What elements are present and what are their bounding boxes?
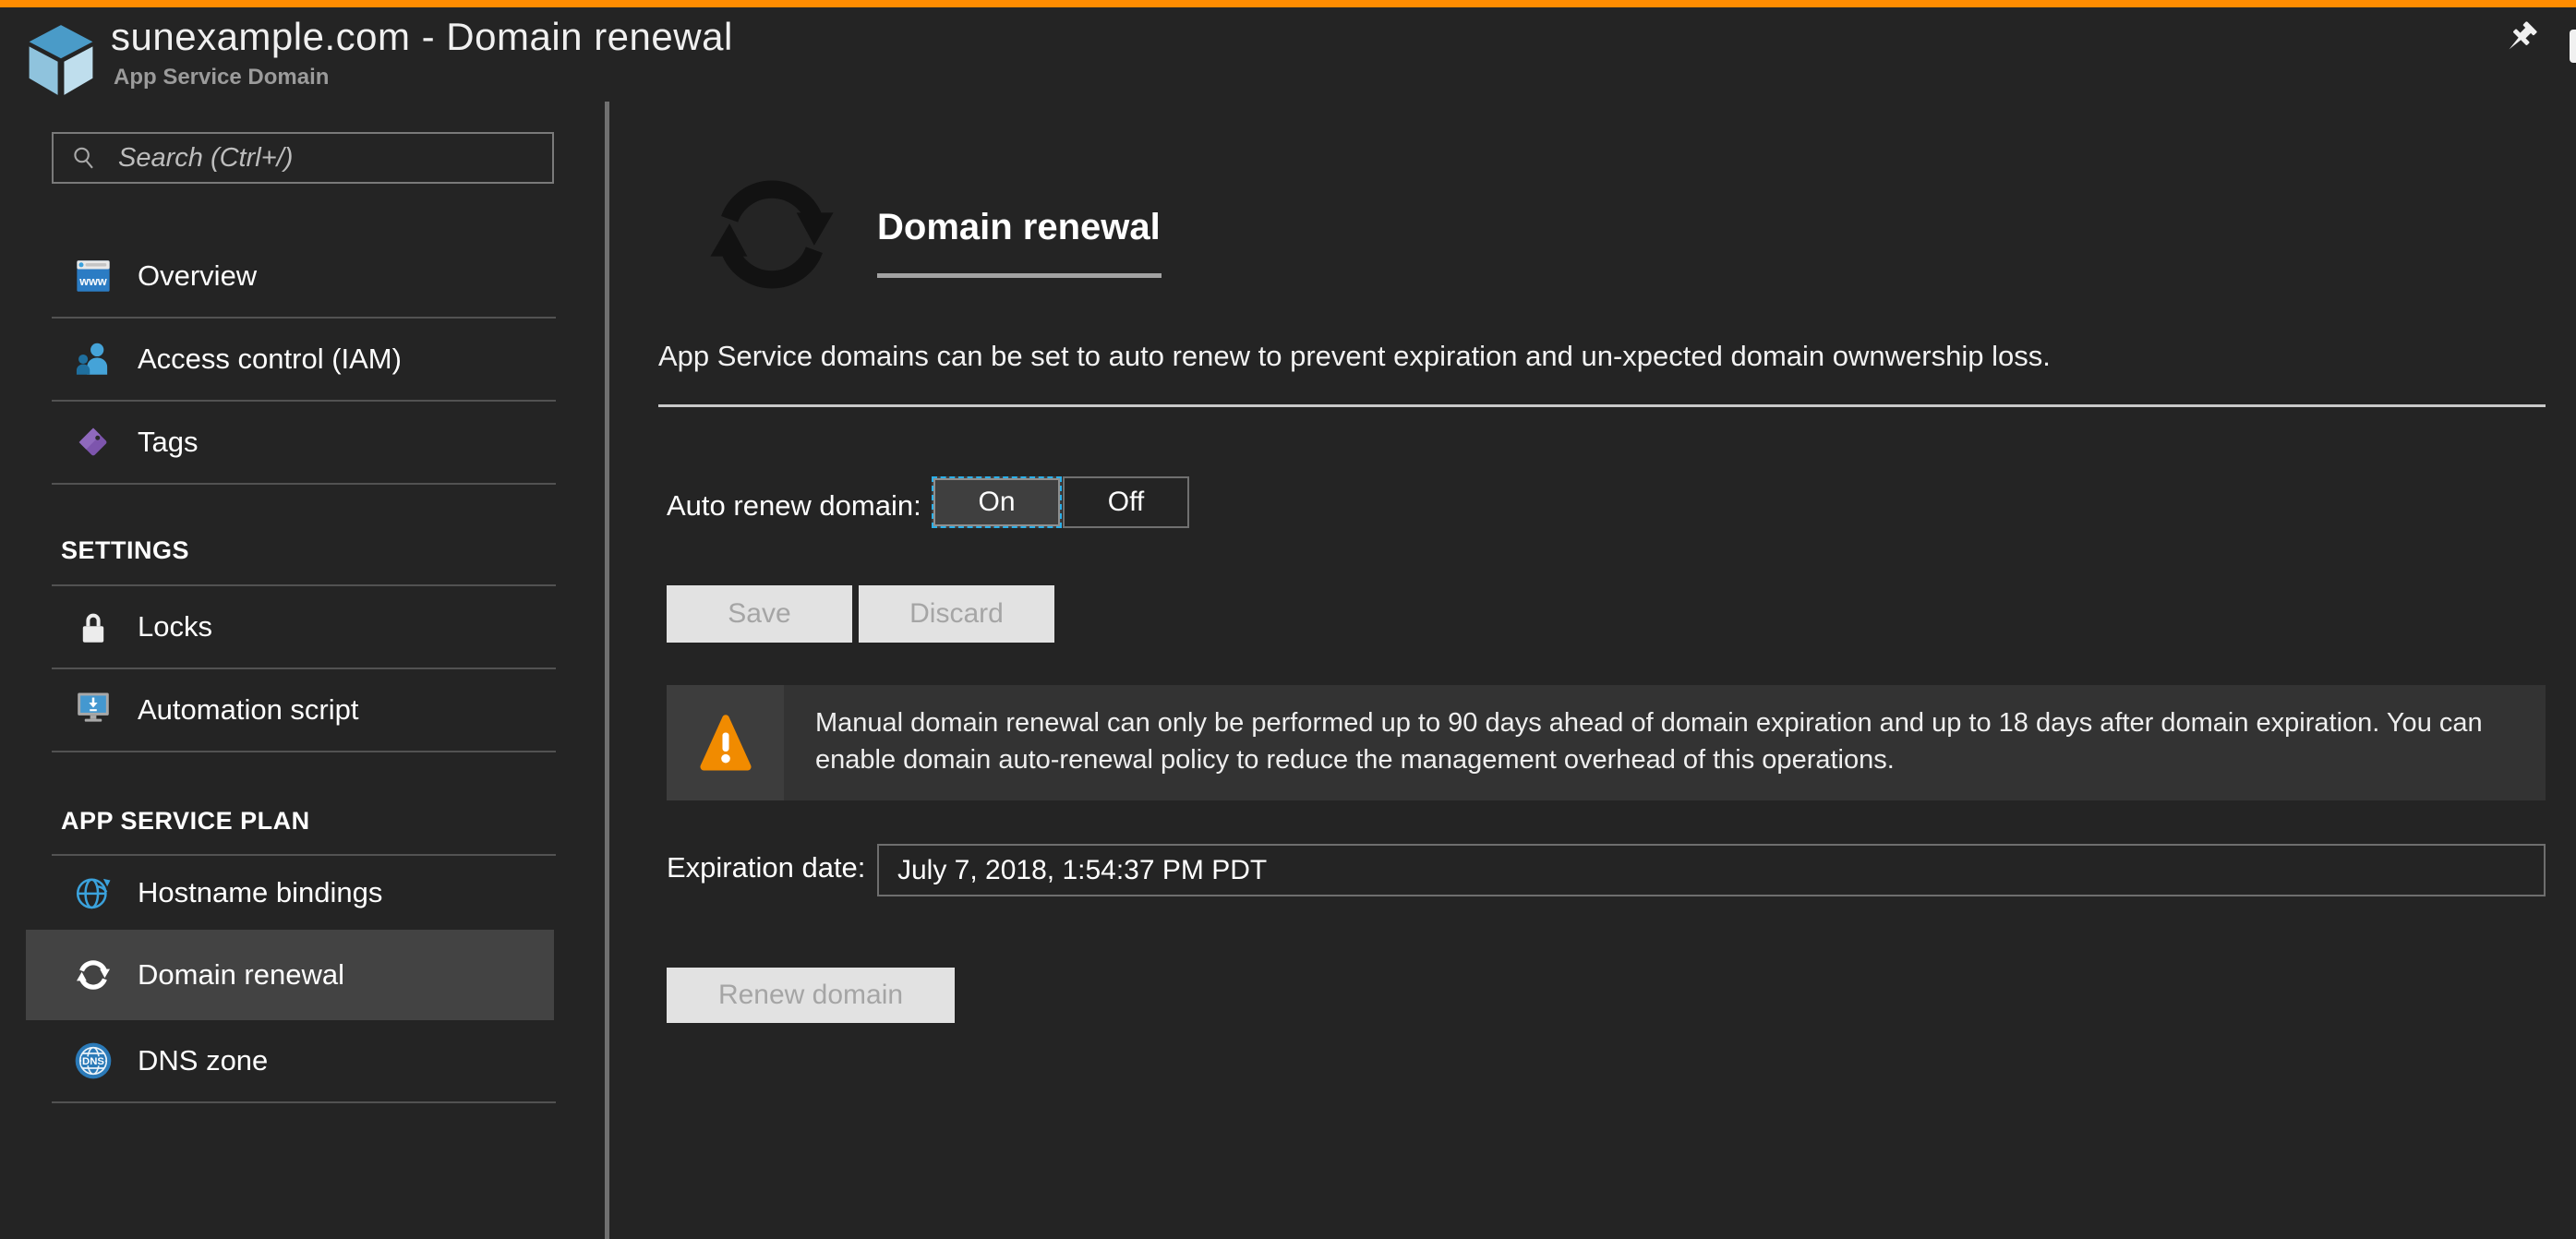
sidebar-item-locks[interactable]: Locks — [0, 586, 607, 668]
sidebar-item-hostname-bindings[interactable]: Hostname bindings — [0, 856, 607, 930]
expiration-date-field[interactable] — [877, 844, 2546, 896]
refresh-icon — [702, 166, 842, 303]
warning-triangle-icon — [694, 714, 757, 773]
search-input[interactable] — [118, 134, 552, 182]
divider — [52, 483, 556, 485]
blade-title: sunexample.com - Domain renewal — [111, 15, 733, 59]
automation-script-icon — [74, 691, 113, 729]
svg-text:www: www — [78, 275, 107, 288]
sidebar-item-access-control[interactable]: Access control (IAM) — [0, 319, 607, 400]
refresh-icon — [74, 956, 113, 994]
divider — [658, 404, 2546, 407]
page-description: App Service domains can be set to auto r… — [658, 340, 2051, 373]
sidebar-item-automation-script[interactable]: Automation script — [0, 669, 607, 751]
auto-renew-on-button[interactable]: On — [932, 476, 1062, 528]
discard-button[interactable]: Discard — [859, 585, 1054, 643]
sidebar-item-label: Tags — [138, 426, 198, 459]
app-service-domain-blade: sunexample.com - Domain renewal App Serv… — [0, 0, 2576, 1239]
warning-banner: Manual domain renewal can only be perfor… — [667, 685, 2546, 800]
sidebar-item-domain-renewal[interactable]: Domain renewal — [0, 930, 607, 1020]
blade-header: sunexample.com - Domain renewal App Serv… — [0, 7, 2576, 102]
renew-domain-button[interactable]: Renew domain — [667, 968, 955, 1023]
top-accent-bar — [0, 0, 2576, 7]
warning-text: Manual domain renewal can only be perfor… — [784, 685, 2546, 800]
pin-icon[interactable] — [2495, 17, 2543, 65]
svg-text:DNS: DNS — [82, 1056, 104, 1067]
app-service-domain-cube-icon — [19, 20, 102, 100]
sidebar-item-label: Locks — [138, 610, 212, 644]
sidebar-item-label: Automation script — [138, 693, 359, 727]
sidebar-item-label: Overview — [138, 259, 257, 293]
browser-www-icon: www — [74, 257, 113, 295]
domain-renewal-content: Domain renewal App Service domains can b… — [609, 102, 2576, 1239]
dns-globe-icon: DNS — [74, 1041, 113, 1080]
globe-arrow-icon — [74, 873, 113, 912]
sidebar-item-label: DNS zone — [138, 1044, 268, 1077]
menu-search-box — [52, 132, 554, 184]
page-title: Domain renewal — [877, 207, 1161, 248]
people-icon — [74, 340, 113, 379]
close-icon-clipped[interactable] — [2570, 30, 2576, 63]
sidebar-item-label: Access control (IAM) — [138, 343, 402, 376]
tag-icon — [74, 423, 113, 462]
sidebar-section-settings: SETTINGS — [0, 535, 607, 565]
blade-subtitle: App Service Domain — [114, 65, 329, 90]
blade-menu: www Overview — [0, 102, 607, 1239]
auto-renew-toggle: On Off — [932, 476, 1189, 528]
expiration-date-label: Expiration date: — [667, 851, 865, 884]
lock-icon — [74, 607, 113, 646]
save-button[interactable]: Save — [667, 585, 852, 643]
sidebar-item-label: Domain renewal — [138, 958, 344, 992]
sidebar-item-label: Hostname bindings — [138, 876, 382, 909]
divider — [52, 1101, 556, 1103]
sidebar-item-tags[interactable]: Tags — [0, 402, 607, 483]
auto-renew-label: Auto renew domain: — [667, 489, 921, 523]
sidebar-section-app-service-plan: APP SERVICE PLAN — [0, 806, 607, 836]
divider — [52, 751, 556, 752]
auto-renew-off-button[interactable]: Off — [1063, 476, 1189, 528]
search-icon — [70, 144, 98, 172]
divider — [877, 273, 1162, 278]
menu-items: www Overview — [0, 235, 607, 1103]
sidebar-item-overview[interactable]: www Overview — [0, 235, 607, 317]
sidebar-item-dns-zone[interactable]: DNS DNS zone — [0, 1020, 607, 1101]
warning-icon-box — [667, 685, 784, 800]
